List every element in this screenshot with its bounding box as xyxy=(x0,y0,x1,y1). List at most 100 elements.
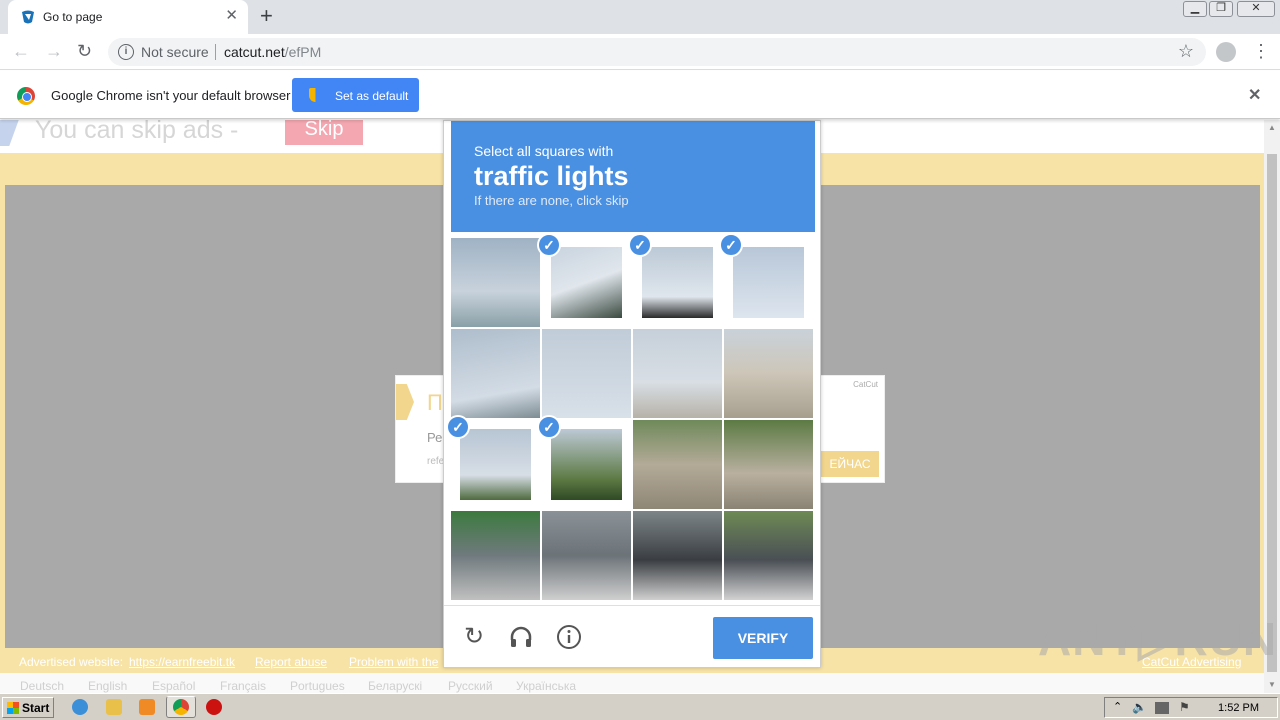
bookmark-star-icon[interactable]: ☆ xyxy=(1178,41,1194,62)
captcha-tile-image xyxy=(724,511,813,600)
captcha-tile[interactable] xyxy=(633,420,722,509)
window-close-button[interactable]: ✕ xyxy=(1237,1,1275,17)
language-link[interactable]: Portugues xyxy=(290,679,345,693)
verify-button[interactable]: VERIFY xyxy=(713,617,813,659)
captcha-tile-image xyxy=(633,420,722,509)
explorer-folder-icon[interactable] xyxy=(106,699,122,715)
captcha-tile-image xyxy=(642,247,713,318)
captcha-tile[interactable] xyxy=(633,511,722,600)
captcha-tile[interactable] xyxy=(542,329,631,418)
tab-close-icon[interactable]: ✕ xyxy=(225,8,238,24)
tray-expand-icon[interactable]: ⌃ xyxy=(1113,700,1122,713)
forward-icon[interactable]: → xyxy=(45,40,63,62)
captcha-tile[interactable] xyxy=(542,511,631,600)
captcha-tile[interactable] xyxy=(724,420,813,509)
captcha-tile[interactable]: ✓ xyxy=(537,233,631,327)
captcha-tile-image xyxy=(733,247,804,318)
captcha-tile[interactable] xyxy=(451,329,540,418)
action-center-flag-icon[interactable]: ⚑ xyxy=(1179,700,1190,714)
captcha-tile-image xyxy=(551,429,622,500)
captcha-tile-image xyxy=(451,511,540,600)
ad-title: П xyxy=(427,390,443,415)
captcha-tile[interactable] xyxy=(451,511,540,600)
scroll-down-icon[interactable]: ▼ xyxy=(1268,680,1276,689)
network-icon[interactable] xyxy=(1155,702,1169,714)
new-tab-button[interactable]: + xyxy=(260,5,273,27)
language-link[interactable]: English xyxy=(88,679,127,693)
report-abuse-link[interactable]: Report abuse xyxy=(255,655,327,669)
start-button[interactable]: Start xyxy=(2,697,54,718)
ad-cta-button[interactable]: ЕЙЧАС xyxy=(821,451,879,477)
captcha-tile[interactable]: ✓ xyxy=(446,415,540,509)
captcha-tile-image xyxy=(542,329,631,418)
captcha-tile[interactable] xyxy=(633,329,722,418)
captcha-tile-image xyxy=(724,420,813,509)
chrome-icon xyxy=(173,699,189,715)
language-link[interactable]: Українська xyxy=(516,679,576,693)
chrome-menu-icon[interactable]: ⋮ xyxy=(1252,40,1270,62)
captcha-tile-image xyxy=(633,511,722,600)
scroll-thumb[interactable] xyxy=(1267,154,1277,672)
captcha-footer: ↻ VERIFY xyxy=(444,605,820,667)
language-bar: Deutsch English Español Français Portugu… xyxy=(0,673,1264,693)
language-link[interactable]: Español xyxy=(152,679,195,693)
reload-icon[interactable]: ↻ xyxy=(77,40,92,62)
clock: 1:52 PM xyxy=(1218,702,1259,714)
captcha-header: Select all squares with traffic lights I… xyxy=(451,121,815,232)
ad-pill-decoration xyxy=(396,384,414,420)
chrome-logo-icon xyxy=(17,87,35,105)
captcha-tile[interactable] xyxy=(451,238,540,327)
ad-brand: CatCut xyxy=(853,380,878,389)
catcut-favicon-icon xyxy=(22,10,34,24)
browser-tab[interactable]: Go to page ✕ xyxy=(8,0,248,34)
captcha-tile-image xyxy=(451,329,540,418)
language-link[interactable]: Français xyxy=(220,679,266,693)
tile-selected-check-icon: ✓ xyxy=(537,233,561,257)
restore-button[interactable]: ❐ xyxy=(1209,1,1233,17)
captcha-tile[interactable]: ✓ xyxy=(628,233,722,327)
language-link[interactable]: Deutsch xyxy=(20,679,64,693)
captcha-tile-image xyxy=(460,429,531,500)
infobar-close-icon[interactable]: ✕ xyxy=(1248,85,1261,105)
skip-button[interactable]: Skip xyxy=(285,120,363,145)
captcha-tile[interactable] xyxy=(724,511,813,600)
captcha-instruction: Select all squares with xyxy=(474,143,614,159)
language-link[interactable]: Беларускі xyxy=(368,679,422,693)
captcha-tile-image xyxy=(633,329,722,418)
advertised-link[interactable]: https://earnfreebit.tk xyxy=(129,655,235,669)
info-icon[interactable]: i xyxy=(118,44,134,60)
media-player-icon[interactable] xyxy=(139,699,155,715)
set-as-default-label: Set as default xyxy=(335,89,409,103)
browser-toolbar: ← → ↻ i Not secure catcut.net/efPM ☆ ⋮ xyxy=(0,34,1280,70)
scroll-up-icon[interactable]: ▲ xyxy=(1268,123,1276,132)
vertical-scrollbar[interactable]: ▲ ▼ xyxy=(1264,120,1280,693)
captcha-tile[interactable] xyxy=(724,329,813,418)
captcha-tile-frame xyxy=(724,420,813,509)
tile-selected-check-icon: ✓ xyxy=(537,415,561,439)
language-link[interactable]: Русский xyxy=(448,679,493,693)
system-tray: ⌃ 🔈 ⚑ 1:52 PM xyxy=(1104,697,1278,718)
opera-icon[interactable] xyxy=(206,699,222,715)
profile-avatar-icon[interactable] xyxy=(1216,42,1236,62)
problem-link[interactable]: Problem with the xyxy=(349,655,438,669)
reload-challenge-icon[interactable]: ↻ xyxy=(461,624,487,650)
internet-explorer-icon[interactable] xyxy=(72,699,88,715)
captcha-tile-frame xyxy=(633,511,722,600)
minimize-button[interactable]: ▁ xyxy=(1183,1,1207,17)
captcha-tile-image xyxy=(551,247,622,318)
address-bar[interactable]: i Not secure catcut.net/efPM ☆ xyxy=(108,38,1206,66)
volume-icon[interactable]: 🔈 xyxy=(1132,700,1147,714)
skip-text: You can skip ads - xyxy=(35,120,239,144)
back-icon[interactable]: ← xyxy=(12,40,30,62)
ad-line1: Ре xyxy=(427,430,443,445)
captcha-tile[interactable]: ✓ xyxy=(537,415,631,509)
captcha-tile-frame xyxy=(451,329,540,418)
audio-challenge-icon[interactable] xyxy=(508,624,534,650)
url-text: catcut.net/efPM xyxy=(224,44,321,60)
infobar-message: Google Chrome isn't your default browser xyxy=(51,88,291,103)
captcha-tile[interactable]: ✓ xyxy=(719,233,813,327)
help-info-icon[interactable] xyxy=(556,624,582,650)
set-as-default-button[interactable]: Set as default xyxy=(292,78,419,112)
default-browser-infobar: Google Chrome isn't your default browser… xyxy=(0,71,1280,119)
tile-selected-check-icon: ✓ xyxy=(628,233,652,257)
